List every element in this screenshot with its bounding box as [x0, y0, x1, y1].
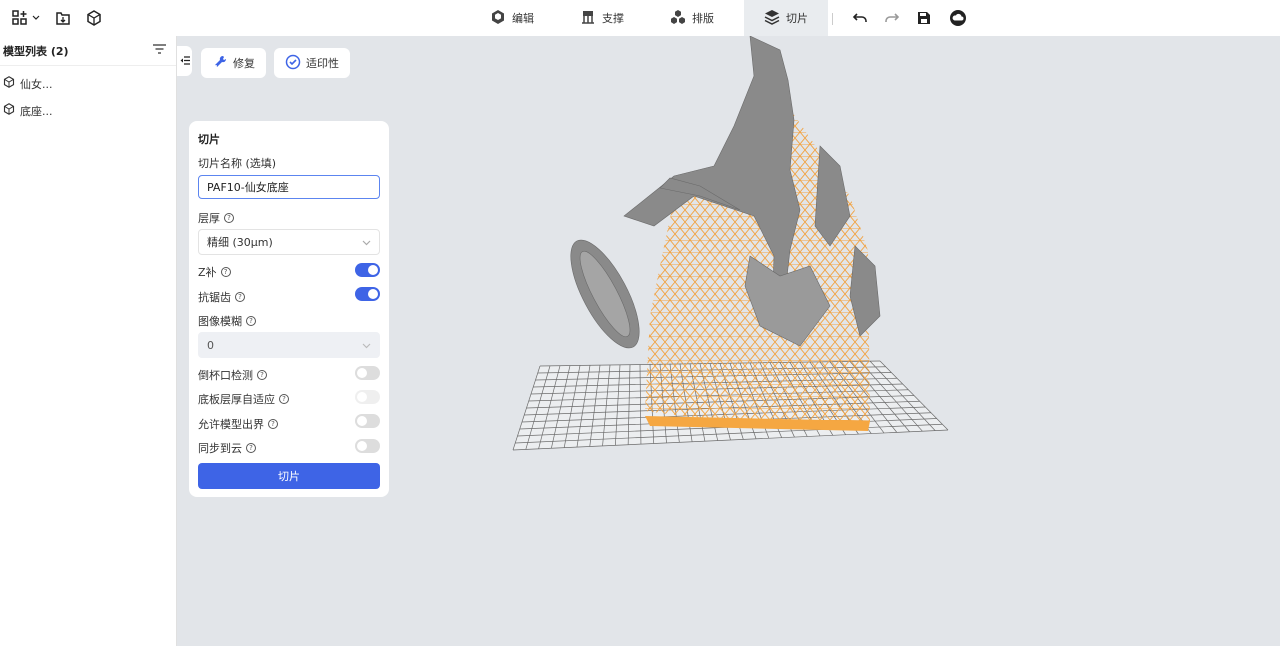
allow-out-of-bounds-toggle[interactable] — [355, 414, 380, 428]
slice-settings-panel: 切片 切片名称 (选填) 层厚? 精细 (30μm) Z补? 抗锯齿? 图像模糊… — [189, 121, 389, 497]
allow-out-of-bounds-label: 允许模型出界? — [198, 416, 278, 432]
tab-layout-label: 排版 — [692, 12, 714, 25]
panel-title: 切片 — [198, 133, 220, 146]
model-list-header: 模型列表 (2) — [0, 36, 176, 66]
model-list-panel: 模型列表 (2) 仙女... 底座... — [0, 36, 177, 646]
help-icon[interactable]: ? — [246, 316, 256, 326]
tab-support[interactable]: 支撑 — [554, 0, 644, 36]
top-toolbar: 编辑 支撑 排版 切片 — [0, 0, 1280, 36]
save-icon[interactable] — [914, 8, 934, 28]
z-compensation-toggle[interactable] — [355, 263, 380, 277]
layout-icon — [670, 9, 686, 28]
tab-support-label: 支撑 — [602, 12, 624, 25]
z-compensation-label: Z补? — [198, 264, 231, 280]
model-cube-icon — [3, 76, 15, 91]
redo-icon[interactable] — [882, 8, 902, 28]
slice-name-input[interactable] — [198, 175, 380, 199]
help-icon[interactable]: ? — [224, 213, 234, 223]
anti-aliasing-toggle[interactable] — [355, 287, 380, 301]
model-cube-icon[interactable] — [84, 8, 104, 28]
help-icon[interactable]: ? — [220, 267, 231, 277]
model-name: 底座... — [20, 104, 53, 118]
image-blur-label: 图像模糊? — [198, 313, 256, 329]
tab-edit-label: 编辑 — [512, 12, 534, 25]
toolbar-divider — [832, 13, 833, 25]
help-icon[interactable]: ? — [246, 443, 256, 453]
slice-button[interactable]: 切片 — [198, 463, 380, 489]
cup-detection-label: 倒杯口检测? — [198, 367, 267, 383]
repair-label: 修复 — [233, 57, 255, 70]
layer-thickness-value: 精细 (30μm) — [207, 236, 273, 249]
undo-icon[interactable] — [850, 8, 870, 28]
collapse-icon — [180, 55, 190, 68]
mode-tabs: 编辑 支撑 排版 切片 — [470, 0, 828, 36]
tab-slice[interactable]: 切片 — [744, 0, 828, 36]
list-item[interactable]: 仙女... — [0, 70, 176, 97]
printability-label: 适印性 — [306, 57, 339, 70]
help-icon[interactable]: ? — [235, 292, 245, 302]
list-item[interactable]: 底座... — [0, 97, 176, 124]
help-icon[interactable]: ? — [279, 394, 289, 404]
3d-viewport[interactable] — [400, 35, 1280, 646]
model-name: 仙女... — [20, 77, 53, 91]
tab-layout[interactable]: 排版 — [644, 0, 734, 36]
support-icon — [580, 9, 596, 28]
tab-slice-label: 切片 — [786, 12, 808, 25]
slice-name-label: 切片名称 (选填) — [198, 157, 277, 170]
cloud-icon[interactable] — [948, 8, 968, 28]
image-blur-select[interactable]: 0 — [198, 332, 380, 358]
import-icon[interactable] — [53, 8, 73, 28]
model-list-title: 模型列表 (2) — [3, 44, 69, 58]
layer-thickness-label: 层厚? — [198, 210, 234, 226]
chevron-down-icon — [362, 339, 371, 352]
anti-aliasing-label: 抗锯齿? — [198, 289, 245, 305]
cup-detection-toggle[interactable] — [355, 366, 380, 380]
help-icon[interactable]: ? — [257, 370, 267, 380]
layers-icon — [764, 9, 780, 28]
scene-canvas — [512, 35, 949, 451]
image-blur-value: 0 — [207, 338, 214, 352]
help-icon[interactable]: ? — [268, 419, 278, 429]
add-model-icon[interactable] — [11, 8, 41, 28]
edit-cube-icon — [490, 9, 506, 28]
tab-edit[interactable]: 编辑 — [470, 0, 554, 36]
sync-cloud-label: 同步到云? — [198, 440, 256, 456]
sync-cloud-toggle[interactable] — [355, 439, 380, 453]
printability-icon — [285, 54, 301, 73]
model-cube-icon — [3, 103, 15, 118]
repair-button[interactable]: 修复 — [201, 48, 266, 78]
chevron-down-icon — [362, 236, 371, 249]
layer-thickness-select[interactable]: 精细 (30μm) — [198, 229, 380, 255]
collapse-sidebar-button[interactable] — [177, 46, 192, 76]
base-adaptive-label: 底板层厚自适应? — [198, 391, 289, 407]
base-adaptive-toggle[interactable] — [355, 390, 380, 404]
printability-button[interactable]: 适印性 — [274, 48, 350, 78]
repair-icon — [212, 54, 228, 73]
filter-icon[interactable] — [153, 44, 166, 57]
